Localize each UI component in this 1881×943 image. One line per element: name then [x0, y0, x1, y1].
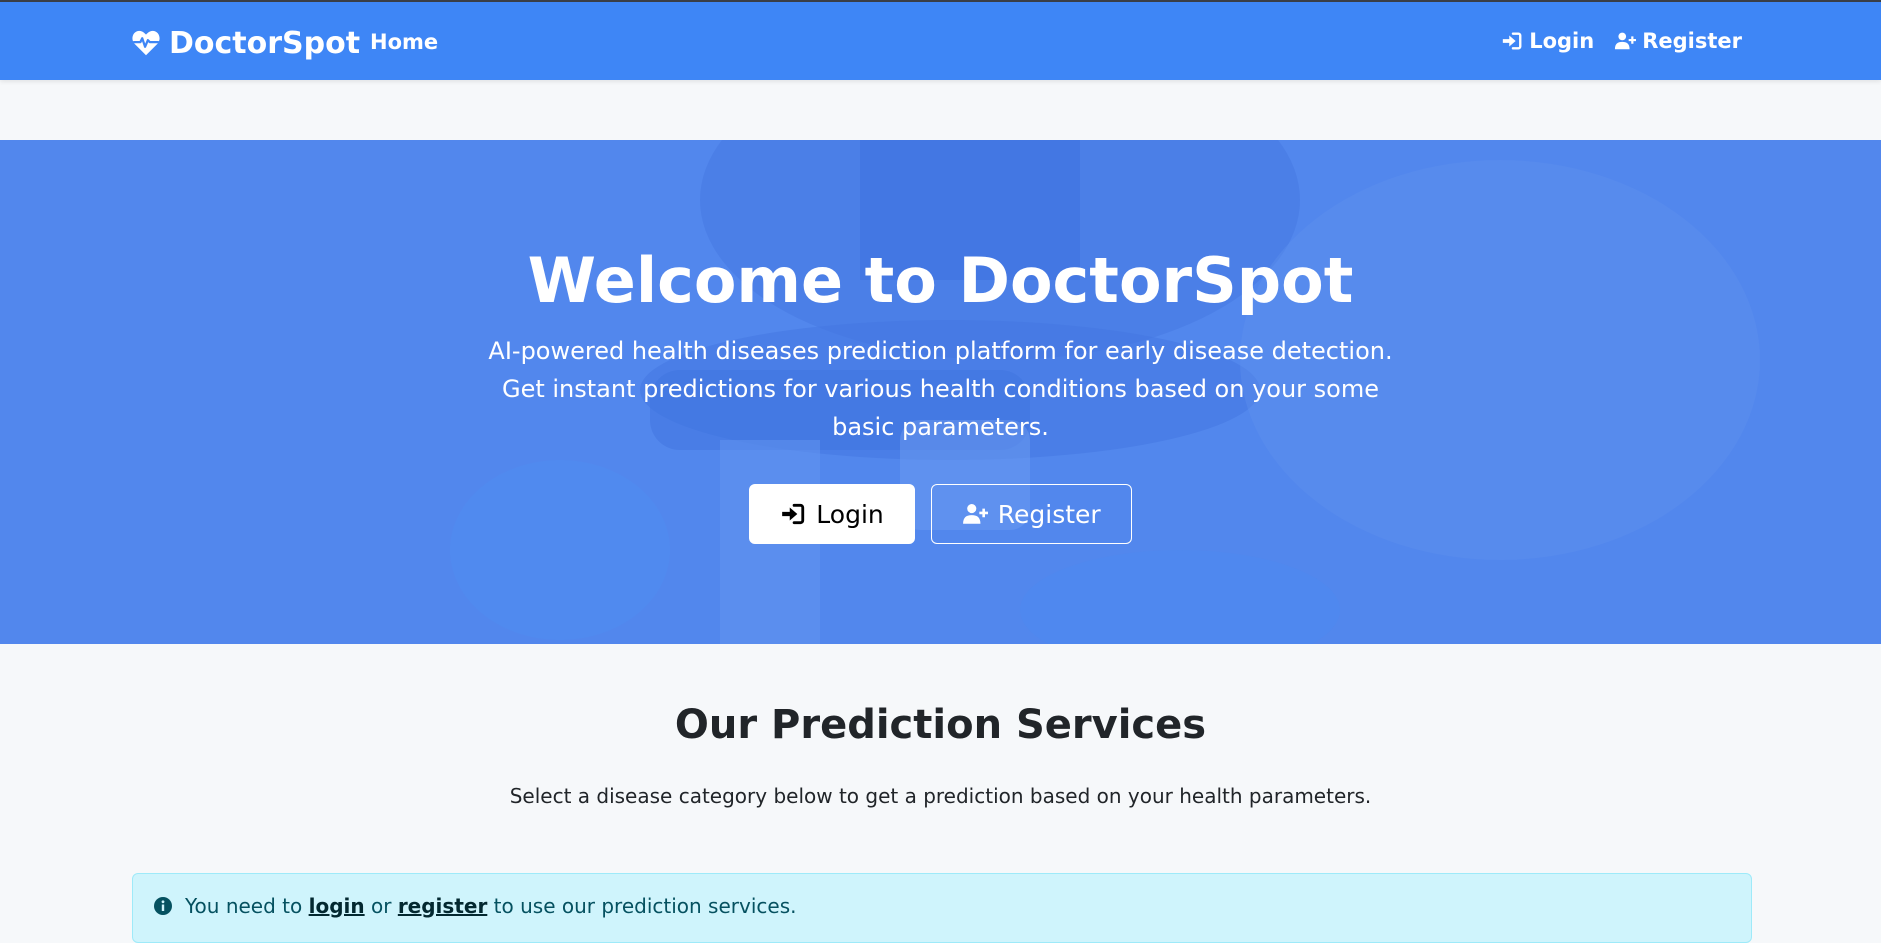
hero-banner: Welcome to DoctorSpot AI-powered health …	[0, 140, 1881, 644]
sign-in-icon	[782, 503, 805, 525]
navbar: DoctorSpot Home Login Register	[0, 2, 1881, 80]
alert-register-link[interactable]: register	[398, 894, 488, 918]
heart-pulse-icon	[132, 30, 160, 56]
user-plus-icon	[962, 504, 988, 524]
alert-content: You need to login or register to use our…	[153, 894, 796, 918]
alert-message: You need to login or register to use our…	[185, 894, 796, 918]
hero-register-label: Register	[997, 499, 1101, 529]
nav-auth-links: Login Register	[1501, 29, 1742, 53]
alert-middle: or	[370, 894, 392, 918]
nav-register-label: Register	[1642, 29, 1742, 53]
nav-login-link[interactable]: Login	[1501, 29, 1594, 53]
nav-home-link[interactable]: Home	[370, 30, 438, 54]
brand-name: DoctorSpot	[169, 25, 361, 61]
hero-title: Welcome to DoctorSpot	[527, 244, 1354, 317]
hero-register-button[interactable]: Register	[930, 484, 1132, 544]
hero-login-label: Login	[816, 499, 884, 529]
hero-description: AI-powered health diseases prediction pl…	[488, 337, 1393, 441]
services-subtitle: Select a disease category below to get a…	[509, 784, 1372, 808]
alert-login-link[interactable]: login	[309, 894, 365, 918]
hero-buttons: Login Register	[0, 484, 1881, 544]
alert-prefix: You need to	[185, 894, 303, 918]
login-required-alert: You need to login or register to use our…	[132, 873, 1752, 943]
services-title: Our Prediction Services	[674, 702, 1207, 748]
sign-in-icon	[1503, 32, 1522, 50]
brand-link[interactable]: DoctorSpot	[131, 23, 360, 63]
user-plus-icon	[1615, 32, 1637, 50]
nav-login-label: Login	[1529, 29, 1595, 53]
hero-login-button[interactable]: Login	[749, 484, 915, 544]
nav-register-link[interactable]: Register	[1614, 29, 1742, 53]
info-circle-icon	[154, 897, 172, 915]
alert-suffix: to use our prediction services.	[493, 894, 797, 918]
